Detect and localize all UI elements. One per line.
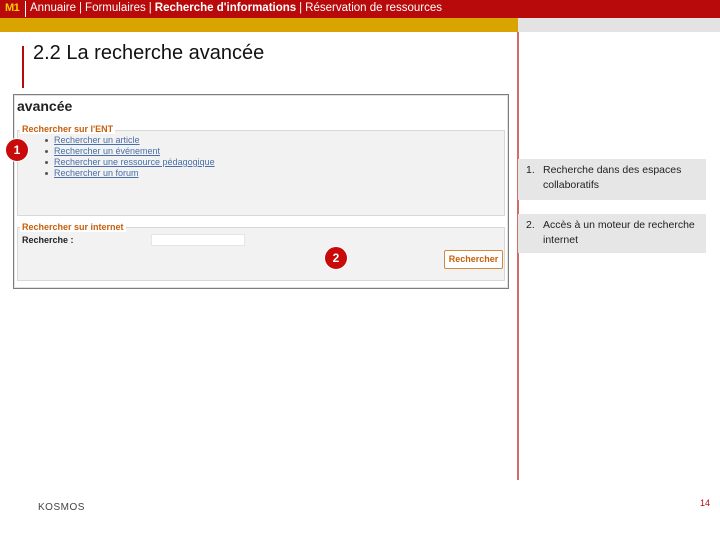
page-title: 2.2 La recherche avancée xyxy=(33,42,265,64)
nav-item-formulaires[interactable]: Formulaires xyxy=(85,2,146,14)
screenshot-heading: avancée xyxy=(17,98,73,114)
search-label: Recherche : xyxy=(22,235,74,245)
web-search-legend: Rechercher sur internet xyxy=(20,222,126,232)
ent-search-links: Rechercher un article Rechercher un évén… xyxy=(44,135,215,179)
annotation-note-1: 1. Recherche dans des espaces collaborat… xyxy=(518,159,706,200)
nav-item-annuaire[interactable]: Annuaire xyxy=(30,2,76,14)
note-number: 2. xyxy=(526,219,535,231)
gold-accent-bar xyxy=(0,18,518,32)
callout-marker-1: 1 xyxy=(5,138,29,162)
badge-divider xyxy=(25,1,26,17)
annotation-note-2: 2. Accès à un moteur de recherche intern… xyxy=(518,214,706,253)
module-badge: M1 xyxy=(5,2,20,14)
nav-separator: | xyxy=(79,2,83,14)
search-button[interactable]: Rechercher xyxy=(444,250,503,269)
link-search-article[interactable]: Rechercher un article xyxy=(44,135,215,146)
link-search-forum[interactable]: Rechercher un forum xyxy=(44,168,215,179)
title-accent-rule xyxy=(22,46,24,88)
footer-brand: KOSMOS xyxy=(38,502,85,513)
advanced-search-screenshot: avancée Rechercher sur l'ENT Rechercher … xyxy=(13,94,509,289)
top-navigation-bar: M1 Annuaire | Formulaires | Recherche d'info… xyxy=(0,0,720,18)
nav-separator: | xyxy=(148,2,152,14)
column-divider xyxy=(517,32,519,480)
link-search-resource[interactable]: Rechercher une ressource pédagogique xyxy=(44,157,215,168)
nav-item-recherche[interactable]: Recherche d'informations xyxy=(155,2,296,14)
breadcrumb-nav: Annuaire | Formulaires | Recherche d'informa… xyxy=(30,2,442,14)
callout-marker-2: 2 xyxy=(324,246,348,270)
ent-search-legend: Rechercher sur l'ENT xyxy=(20,124,116,134)
note-text: Accès à un moteur de recherche internet xyxy=(543,219,695,246)
nav-separator: | xyxy=(299,2,303,14)
page-number: 14 xyxy=(700,498,711,508)
link-search-event[interactable]: Rechercher un événement xyxy=(44,146,215,157)
note-text: Recherche dans des espaces collaboratifs xyxy=(543,164,682,191)
web-search-input[interactable] xyxy=(151,234,245,246)
nav-item-reservation[interactable]: Réservation de ressources xyxy=(305,2,442,14)
note-number: 1. xyxy=(526,164,535,176)
web-search-fieldset xyxy=(17,227,505,281)
grey-accent-bar xyxy=(518,18,720,32)
